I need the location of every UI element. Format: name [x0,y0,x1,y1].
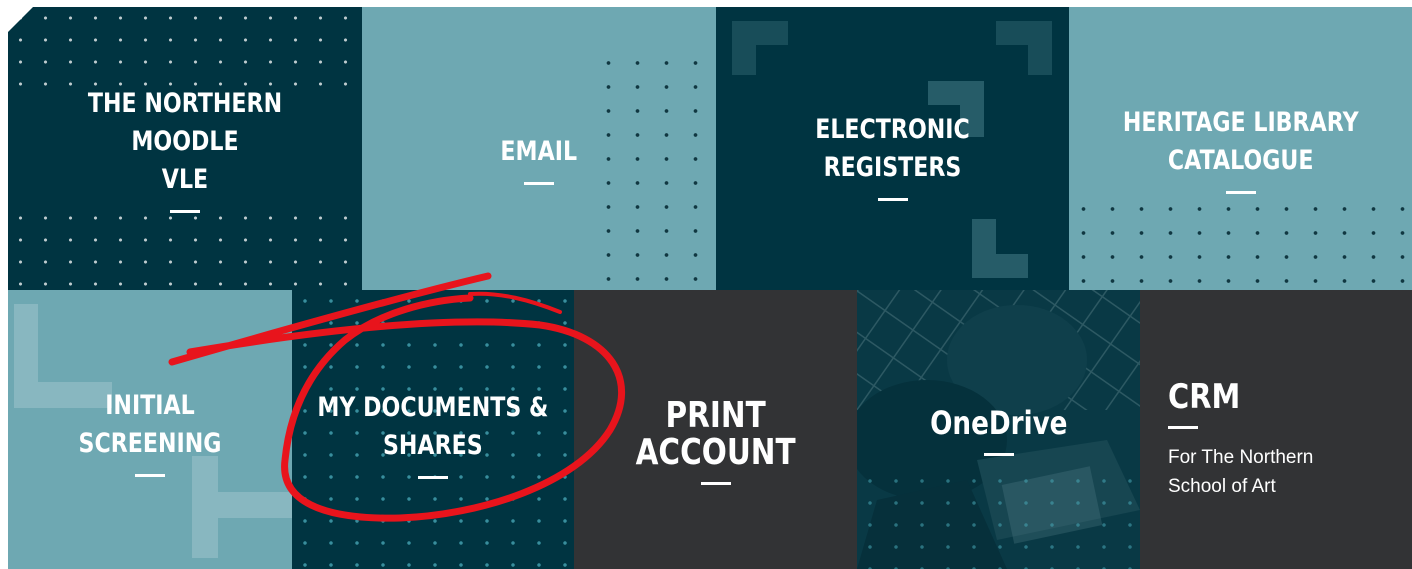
tile-onedrive[interactable]: OneDrive [857,290,1140,569]
tile-initial-screening[interactable]: INITIAL SCREENING [8,290,292,569]
tile-print-account[interactable]: PRINT ACCOUNT [574,290,857,569]
tile-title: INITIAL SCREENING [78,389,222,459]
dot-pattern-decoration [1069,197,1412,290]
page-corner [0,0,40,40]
title-underline [418,475,448,479]
tile-my-documents-shares[interactable]: MY DOCUMENTS & SHARES [292,290,574,569]
tile-title: HERITAGE LIBRARY CATALOGUE [1122,106,1359,176]
tile-title: THE NORTHERN MOODLE VLE [87,87,283,195]
dot-pattern-decoration [8,207,362,290]
tile-title: PRINT ACCOUNT [635,394,796,473]
dot-pattern-decoration [594,51,716,290]
title-underline [524,181,554,185]
tile-title: CRM [1168,377,1241,417]
tile-title: MY DOCUMENTS & SHARES [317,391,549,461]
tile-title: ELECTRONIC REGISTERS [815,113,970,183]
crm-content: CRM For The Northern School of Art [1168,376,1368,501]
title-underline [170,209,200,213]
title-underline [700,481,731,485]
tile-email[interactable]: EMAIL [362,7,716,290]
tile-title: EMAIL [500,135,578,167]
tile-subtitle: For The Northern School of Art [1168,447,1314,497]
title-underline [1168,426,1198,429]
title-underline [877,197,908,201]
title-underline [1225,190,1256,194]
title-underline [983,452,1014,456]
title-underline [135,473,165,477]
tile-title: OneDrive [929,403,1068,442]
app-links-grid: THE NORTHERN MOODLE VLE EMAIL ELECTRONIC… [0,0,1412,569]
tile-content: OneDrive [857,290,1140,569]
tile-heritage-library-catalogue[interactable]: HERITAGE LIBRARY CATALOGUE [1069,7,1412,290]
tile-electronic-registers[interactable]: ELECTRONIC REGISTERS [716,7,1069,290]
dot-pattern-decoration [8,7,362,97]
tile-moodle-vle[interactable]: THE NORTHERN MOODLE VLE [8,7,362,290]
